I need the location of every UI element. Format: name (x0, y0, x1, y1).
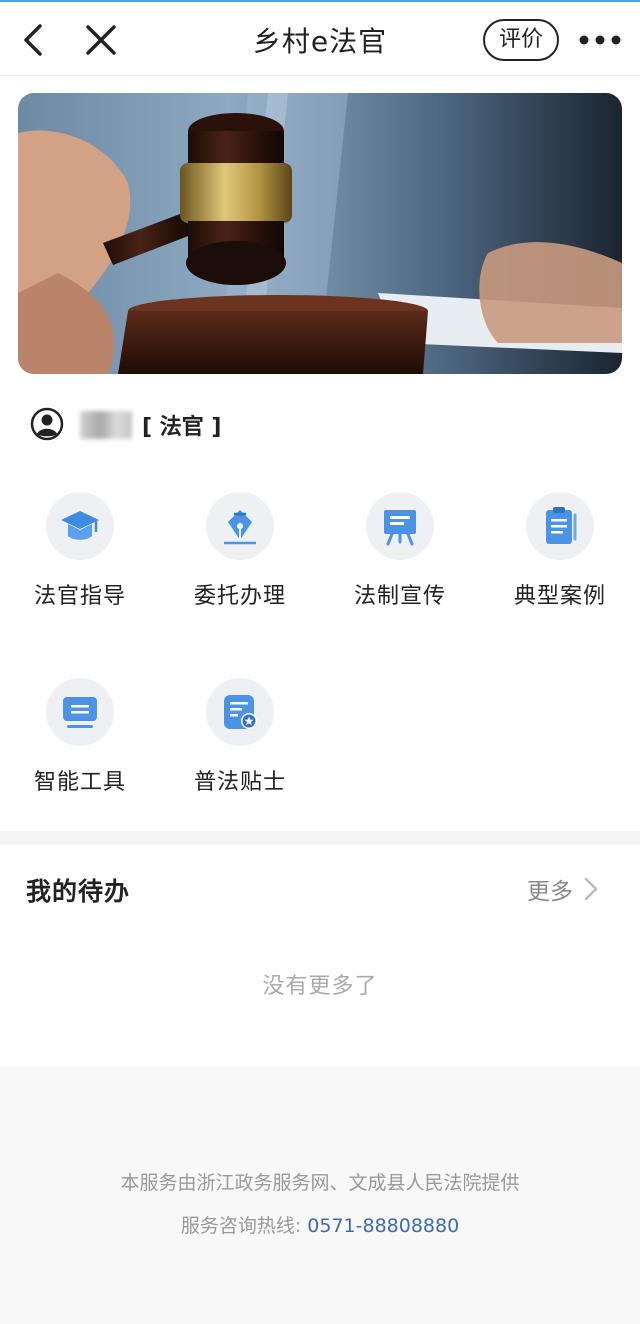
gavel-illustration (18, 93, 622, 374)
banner-image (18, 93, 622, 374)
grid-label: 智能工具 (33, 770, 126, 795)
user-avatar-icon (30, 407, 64, 441)
todo-more-link[interactable]: 更多 (527, 872, 599, 906)
user-info-row: [ 法官 ] (30, 405, 430, 445)
footer-hotline: 服务咨询热线: 0571-88808880 (0, 1211, 640, 1238)
easel-board-icon (384, 510, 416, 546)
grid-item-legal-tips[interactable]: 普法贴士 (160, 678, 320, 796)
grid-label: 委托办理 (193, 584, 286, 609)
grid-item-smart-tools[interactable]: 智能工具 (0, 678, 160, 796)
grid-label: 普法贴士 (193, 770, 286, 795)
hotline-phone-link[interactable]: 0571-88808880 (307, 1215, 459, 1237)
more-dots-icon (579, 35, 621, 45)
grid-label: 典型案例 (513, 584, 606, 609)
grid-item-judge-guidance[interactable]: 法官指导 (0, 492, 160, 610)
pen-nib-icon (224, 510, 256, 545)
graduation-cap-icon (61, 511, 99, 540)
section-divider (0, 831, 640, 845)
grid-item-entrusted-handling[interactable]: 委托办理 (160, 492, 320, 610)
blurred-user-name (80, 411, 132, 439)
grid-item-typical-cases[interactable]: 典型案例 (480, 492, 640, 610)
document-icon (546, 507, 577, 544)
todo-section-title: 我的待办 (26, 877, 131, 906)
grid-item-legal-publicity[interactable]: 法制宣传 (320, 492, 480, 610)
grid-label: 法官指导 (33, 584, 126, 609)
chevron-right-icon (584, 877, 598, 901)
footer: 本服务由浙江政务服务网、文成县人民法院提供 服务咨询热线: 0571-88808… (0, 1066, 640, 1324)
navigation-bar: 乡村e法官 评价 (0, 2, 640, 76)
hotline-label: 服务咨询热线: (180, 1215, 302, 1237)
more-options-button[interactable] (578, 32, 622, 48)
todo-more-label: 更多 (527, 879, 573, 905)
grid-label: 法制宣传 (353, 584, 446, 609)
monitor-icon (63, 697, 97, 728)
empty-state-text: 没有更多了 (262, 974, 378, 999)
badge-card-icon (224, 695, 257, 729)
user-role-label: [ 法官 ] (142, 415, 222, 440)
footer-provider-text: 本服务由浙江政务服务网、文成县人民法院提供 (120, 1172, 520, 1194)
rate-button[interactable]: 评价 (483, 19, 559, 61)
